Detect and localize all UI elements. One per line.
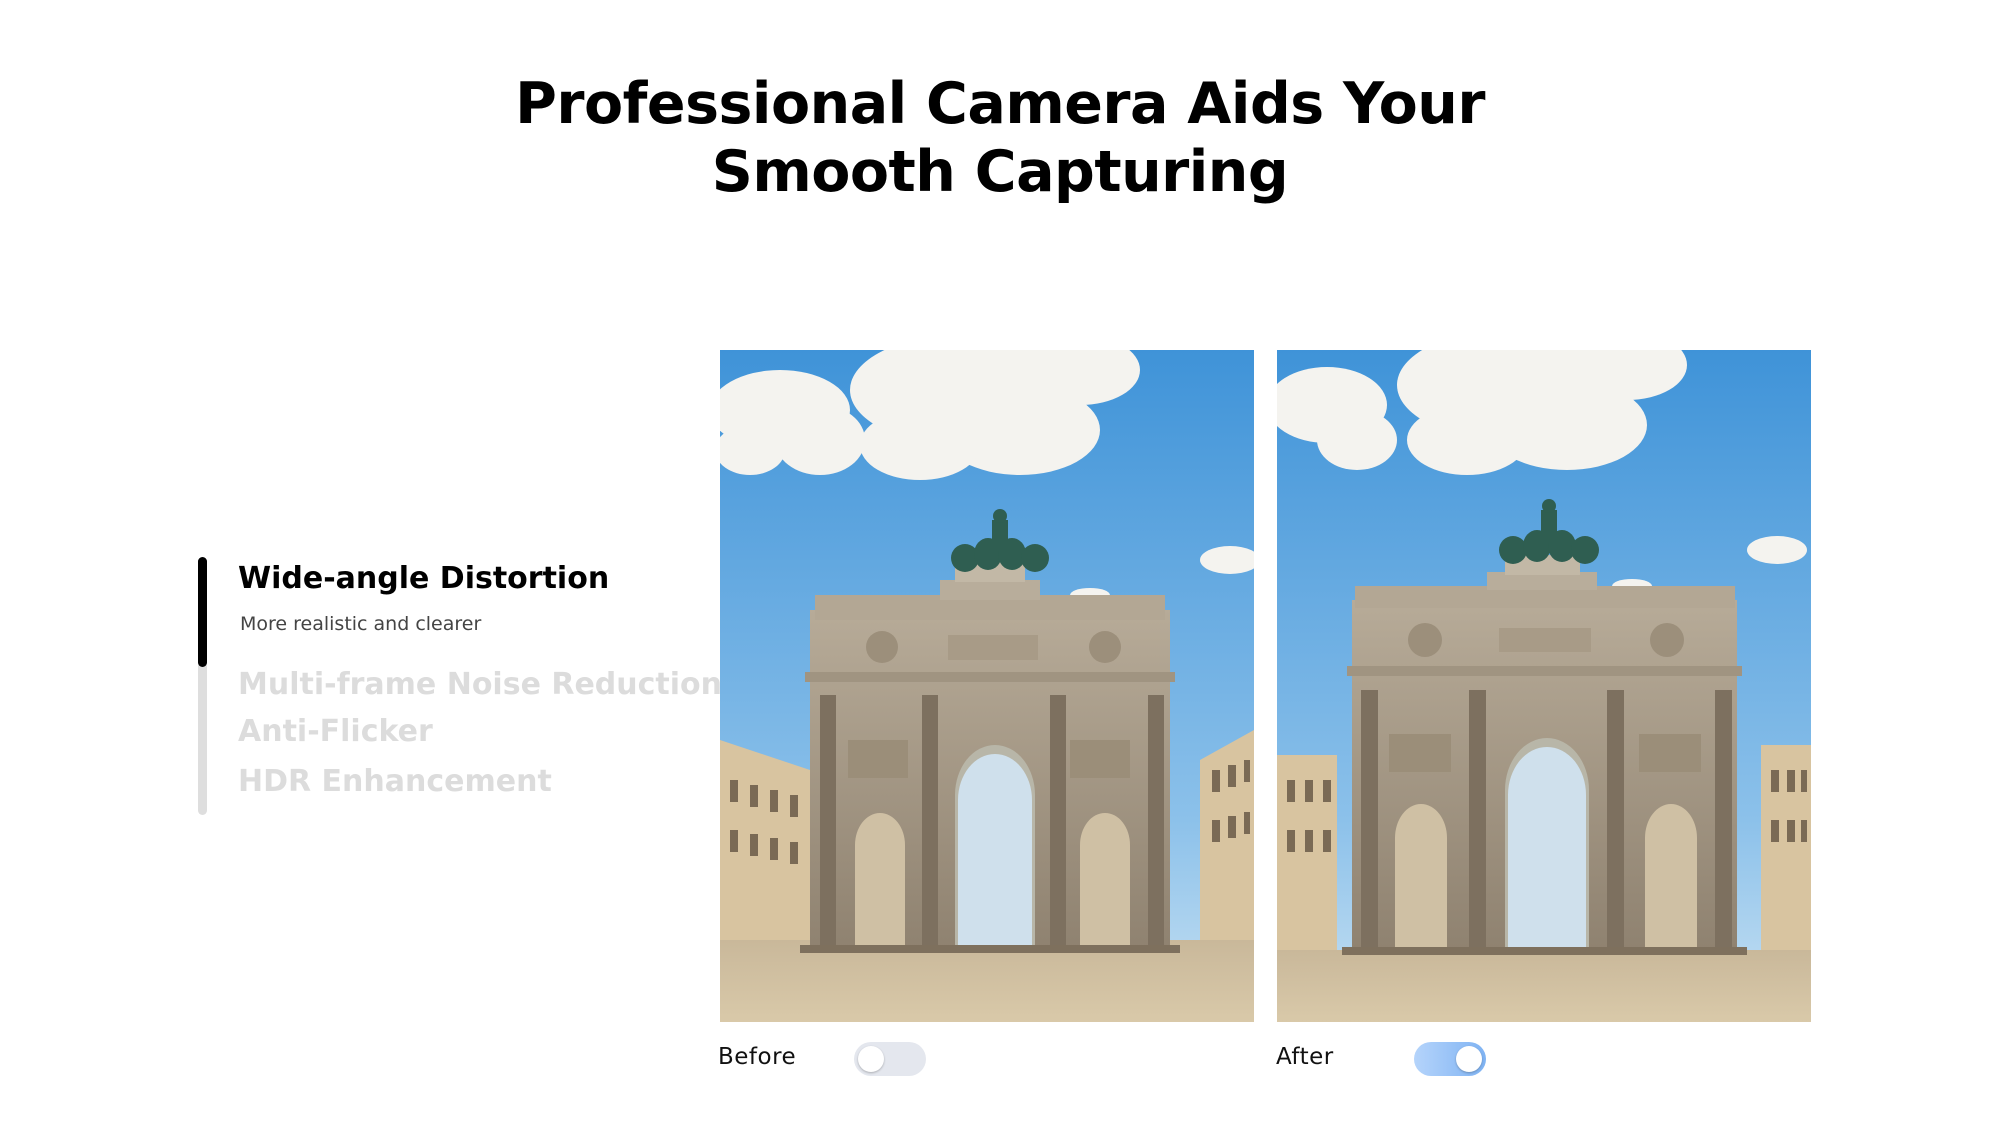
after-label: After: [1276, 1044, 1334, 1070]
before-label: Before: [718, 1044, 797, 1070]
before-toggle[interactable]: [854, 1042, 926, 1076]
before-photo: [720, 350, 1254, 1022]
feature-menu: Wide-angle Distortion More realistic and…: [198, 557, 722, 817]
feature-tab-multi-frame-noise-reduction[interactable]: Multi-frame Noise Reduction: [238, 667, 722, 702]
feature-tab-wide-angle-distortion[interactable]: Wide-angle Distortion: [238, 561, 609, 596]
after-toggle-knob: [1456, 1046, 1482, 1072]
after-toggle[interactable]: [1414, 1042, 1486, 1076]
feature-tab-anti-flicker[interactable]: Anti-Flicker: [238, 714, 433, 749]
before-toggle-knob: [858, 1046, 884, 1072]
before-arch-image: [720, 350, 1254, 1022]
page-title-line-2: Smooth Capturing: [711, 139, 1289, 205]
after-arch-image: [1277, 350, 1811, 1022]
page: Professional Camera Aids Your Smooth Cap…: [0, 0, 2000, 1125]
feature-tab-hdr-enhancement[interactable]: HDR Enhancement: [238, 764, 552, 799]
feature-tab-description: More realistic and clearer: [240, 613, 482, 635]
after-photo: [1277, 350, 1811, 1022]
menu-progress-indicator: [198, 557, 207, 667]
page-title: Professional Camera Aids Your Smooth Cap…: [0, 70, 2000, 206]
page-title-line-1: Professional Camera Aids Your: [515, 71, 1485, 137]
